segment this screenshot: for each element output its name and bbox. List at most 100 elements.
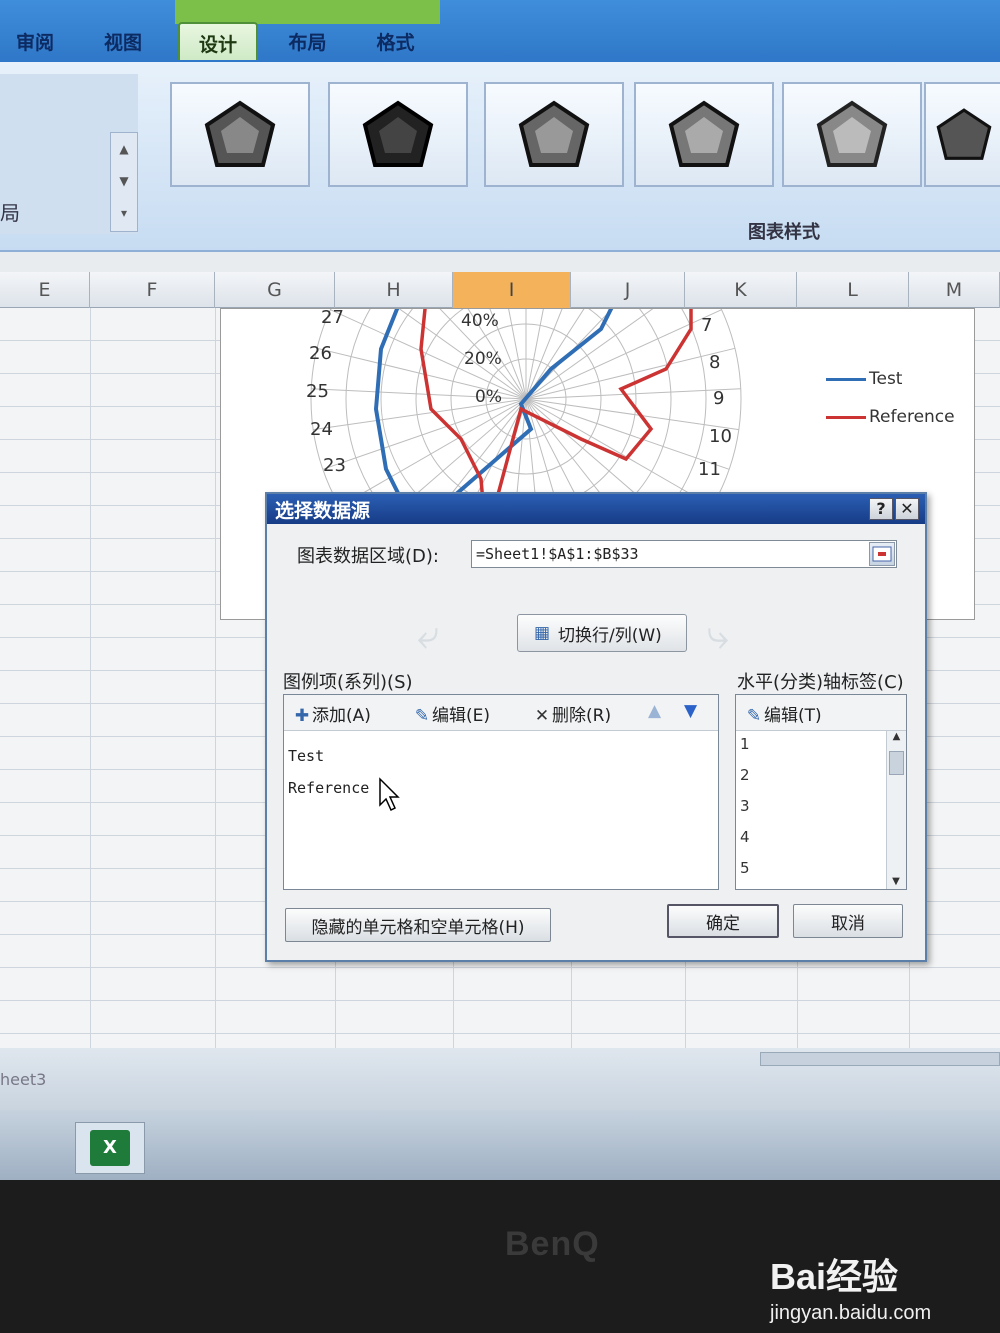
edit-series-button[interactable]: ✎ 编辑(E) <box>412 701 490 726</box>
add-series-button[interactable]: ✚ 添加(A) <box>292 701 371 726</box>
sheet-tab[interactable]: heet3 <box>0 1070 46 1089</box>
legend-entry-reference: Reference <box>826 407 955 445</box>
chart-tools-context-strip <box>175 0 440 24</box>
category-label: 7 <box>701 315 713 336</box>
category-label: 23 <box>323 455 346 476</box>
tab-design[interactable]: 设计 <box>178 22 258 60</box>
horizontal-scrollbar[interactable] <box>760 1052 1000 1066</box>
edit-axis-labels-label: 编辑(T) <box>764 706 822 726</box>
dialog-titlebar[interactable]: 选择数据源 ? ✕ <box>267 494 925 524</box>
delete-icon: ✕ <box>534 706 550 726</box>
legend-swatch-reference <box>826 415 866 419</box>
chart-style-thumb-3[interactable] <box>484 82 624 187</box>
tab-format[interactable]: 格式 <box>358 22 433 60</box>
add-icon: ✚ <box>294 706 310 726</box>
category-label: 27 <box>321 307 344 328</box>
ok-button[interactable]: 确定 <box>667 904 779 938</box>
tab-view[interactable]: 视图 <box>88 22 158 60</box>
column-header[interactable]: H <box>335 272 453 308</box>
chart-style-thumb-4[interactable] <box>634 82 774 187</box>
move-down-icon[interactable]: ▼ <box>684 701 697 721</box>
help-button[interactable]: ? <box>869 498 893 520</box>
radar-style-icon <box>362 100 434 167</box>
category-label: 26 <box>309 343 332 364</box>
watermark: Bai经验 jingyan.baidu.com <box>770 1248 931 1325</box>
legend-label-test: Test <box>869 369 903 389</box>
column-header[interactable]: E <box>0 272 90 308</box>
series-item-reference[interactable]: Reference <box>288 779 369 797</box>
move-up-icon[interactable]: ▲ <box>648 701 661 721</box>
scroll-thumb[interactable] <box>889 751 904 775</box>
screen: 审阅 视图 设计 布局 格式 ▲ ▼ ▾ 局 图表样式 E F G H I J … <box>0 0 1000 1180</box>
chart-styles-group-label: 图表样式 <box>748 222 820 243</box>
gallery-more-icon[interactable]: ▾ <box>111 197 137 229</box>
category-item[interactable]: 1 <box>740 735 750 753</box>
radial-tick-label: 40% <box>461 311 499 331</box>
select-data-source-dialog: 选择数据源 ? ✕ 图表数据区域(D): =Sheet1!$A$1:$B$33 … <box>265 492 927 962</box>
series-item-test[interactable]: Test <box>288 747 324 765</box>
chart-style-thumb-5[interactable] <box>782 82 922 187</box>
delete-series-button[interactable]: ✕ 删除(R) <box>532 701 611 726</box>
column-header[interactable]: F <box>90 272 215 308</box>
category-item[interactable]: 4 <box>740 828 750 846</box>
column-header[interactable]: K <box>685 272 797 308</box>
ribbon-tab-bar: 审阅 视图 设计 布局 格式 <box>0 0 1000 62</box>
monitor-brand-logo: BenQ <box>505 1225 600 1263</box>
legend-entry-test: Test <box>826 369 955 407</box>
chart-style-thumb-1[interactable] <box>170 82 310 187</box>
hidden-empty-cells-button[interactable]: 隐藏的单元格和空单元格(H) <box>285 908 551 942</box>
category-label: 24 <box>310 419 333 440</box>
scroll-down-icon[interactable]: ▼ <box>887 876 905 887</box>
close-button[interactable]: ✕ <box>895 498 919 520</box>
chart-styles-gallery <box>162 74 1000 199</box>
tab-layout[interactable]: 布局 <box>270 22 345 60</box>
axis-labels-panel: ✎ 编辑(T) 1 2 3 4 5 ▲ ▼ <box>735 694 907 890</box>
category-label: 8 <box>709 352 721 373</box>
column-header[interactable]: M <box>909 272 1000 308</box>
range-collapse-icon[interactable] <box>869 542 895 566</box>
edit-series-label: 编辑(E) <box>432 706 491 726</box>
switch-row-column-label: 切换行/列(W) <box>558 625 662 646</box>
range-label: 图表数据区域(D): <box>297 546 439 567</box>
category-item[interactable]: 3 <box>740 797 750 815</box>
dialog-title: 选择数据源 <box>275 500 371 522</box>
column-header[interactable]: G <box>215 272 335 308</box>
category-label: 25 <box>306 381 329 402</box>
legend-entries-label: 图例项(系列)(S) <box>283 672 413 693</box>
chart-style-thumb-6[interactable] <box>924 82 1000 187</box>
layout-gallery-scroller[interactable]: ▲ ▼ ▾ <box>110 132 138 232</box>
scroll-up-icon[interactable]: ▲ <box>887 731 906 749</box>
edit-icon: ✎ <box>746 706 762 726</box>
excel-taskbar-button[interactable]: X <box>75 1122 145 1174</box>
category-label: 11 <box>698 459 721 480</box>
sheet-tab-bar: heet3 <box>0 1048 1000 1110</box>
radar-style-icon <box>668 100 740 167</box>
axis-labels-label: 水平(分类)轴标签(C) <box>737 672 904 693</box>
category-toolbar: ✎ 编辑(T) <box>736 695 906 731</box>
edit-axis-labels-button[interactable]: ✎ 编辑(T) <box>744 701 822 726</box>
radar-style-icon <box>816 100 888 167</box>
category-item[interactable]: 5 <box>740 859 750 877</box>
scroll-up-icon[interactable]: ▲ <box>111 133 137 165</box>
cancel-button[interactable]: 取消 <box>793 904 903 938</box>
edit-icon: ✎ <box>414 706 430 726</box>
column-header-row: E F G H I J K L M <box>0 272 1000 308</box>
watermark-url: jingyan.baidu.com <box>770 1302 932 1324</box>
switch-hint-left-arrow-icon: ⤶ <box>417 612 440 658</box>
category-scrollbar[interactable]: ▲ ▼ <box>886 731 906 889</box>
chart-data-range-input[interactable]: =Sheet1!$A$1:$B$33 <box>471 540 897 568</box>
category-label: 10 <box>709 426 732 447</box>
chart-legend[interactable]: Test Reference <box>826 369 955 445</box>
tab-review[interactable]: 审阅 <box>0 22 70 60</box>
radar-style-icon <box>936 107 992 160</box>
column-header[interactable]: J <box>571 272 685 308</box>
switch-row-column-button[interactable]: ▦ 切换行/列(W) <box>517 614 687 652</box>
scroll-down-icon[interactable]: ▼ <box>111 165 137 197</box>
chart-style-thumb-2[interactable] <box>328 82 468 187</box>
category-item[interactable]: 2 <box>740 766 750 784</box>
column-header-active[interactable]: I <box>453 272 571 308</box>
layout-group-label: 局 <box>0 201 20 225</box>
radar-grid-spoke <box>525 309 544 400</box>
radar-grid-spoke <box>525 388 741 400</box>
column-header[interactable]: L <box>797 272 909 308</box>
